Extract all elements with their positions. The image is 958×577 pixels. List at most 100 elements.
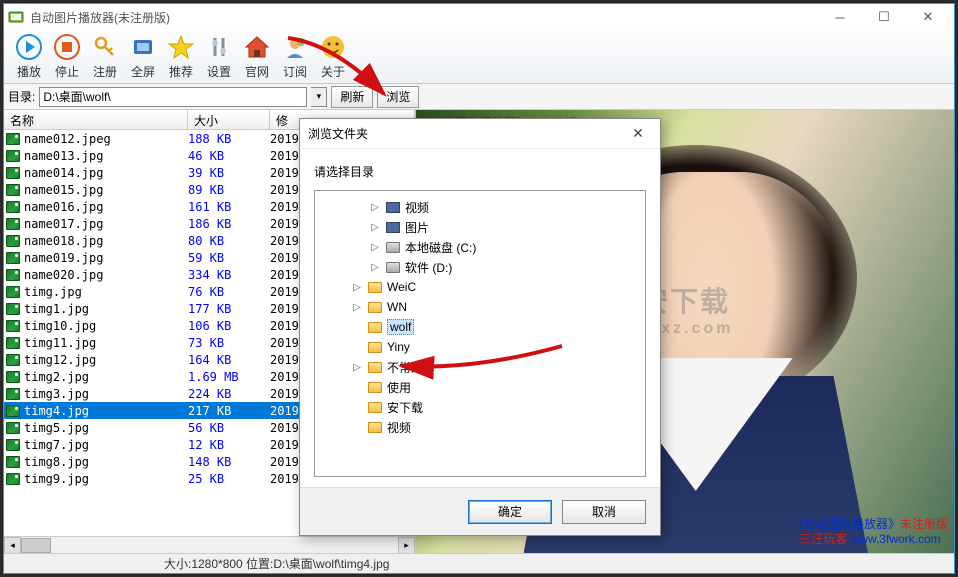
file-size: 56 KB [188, 421, 270, 435]
toolbar-fullscreen-button[interactable]: 全屏 [124, 32, 162, 81]
horizontal-scrollbar[interactable]: ◂ ▸ [4, 536, 415, 553]
image-file-icon [4, 286, 22, 298]
toolbar-stop-button[interactable]: 停止 [48, 32, 86, 81]
image-file-icon [4, 371, 22, 383]
tree-item-label: 不常用 [387, 359, 423, 376]
dialog-prompt: 请选择目录 [300, 149, 660, 190]
file-size: 161 KB [188, 200, 270, 214]
file-name: timg10.jpg [22, 319, 188, 333]
folder-icon [367, 300, 383, 314]
scroll-left-button[interactable]: ◂ [4, 537, 21, 554]
expand-icon[interactable]: ▷ [369, 202, 381, 213]
tree-item[interactable]: ▷软件 (D:) [319, 257, 641, 277]
expand-icon[interactable]: ▷ [351, 302, 363, 313]
expand-icon[interactable]: ▷ [369, 242, 381, 253]
image-file-icon [4, 235, 22, 247]
dialog-button-bar: 确定 取消 [300, 487, 660, 535]
image-file-icon [4, 167, 22, 179]
file-size: 148 KB [188, 455, 270, 469]
file-name: timg12.jpg [22, 353, 188, 367]
expand-icon[interactable]: ▷ [351, 282, 363, 293]
settings-icon [205, 33, 233, 61]
toolbar-home-button[interactable]: 官网 [238, 32, 276, 81]
tree-item[interactable]: Yiny [319, 337, 641, 357]
tree-item[interactable]: ▷视频 [319, 197, 641, 217]
tree-item[interactable]: ▷WeiC [319, 277, 641, 297]
file-name: name016.jpg [22, 200, 188, 214]
dialog-title: 浏览文件夹 [308, 125, 368, 142]
file-name: timg.jpg [22, 285, 188, 299]
image-file-icon [4, 252, 22, 264]
scroll-right-button[interactable]: ▸ [398, 537, 415, 554]
stop-icon [53, 33, 81, 61]
file-name: timg4.jpg [22, 404, 188, 418]
tree-item[interactable]: ▷本地磁盘 (C:) [319, 237, 641, 257]
minimize-button[interactable]: ─ [818, 4, 862, 30]
folder-icon [367, 380, 383, 394]
expand-icon[interactable]: ▷ [351, 362, 363, 373]
toolbar-play-button[interactable]: 播放 [10, 32, 48, 81]
col-header-name[interactable]: 名称 [4, 110, 188, 129]
tree-item[interactable]: 视频 [319, 417, 641, 437]
image-file-icon [4, 269, 22, 281]
image-file-icon [4, 456, 22, 468]
image-file-icon [4, 218, 22, 230]
toolbar-settings-button[interactable]: 设置 [200, 32, 238, 81]
image-file-icon [4, 405, 22, 417]
ok-button[interactable]: 确定 [468, 500, 552, 524]
tree-item-label: WN [387, 300, 407, 314]
toolbar-key-button[interactable]: 注册 [86, 32, 124, 81]
tree-item[interactable]: 安下载 [319, 397, 641, 417]
file-size: 224 KB [188, 387, 270, 401]
tree-item-label: 使用 [387, 379, 411, 396]
tree-item[interactable]: wolf [319, 317, 641, 337]
home-icon [243, 33, 271, 61]
media-icon [385, 200, 401, 214]
file-name: name014.jpg [22, 166, 188, 180]
file-name: name015.jpg [22, 183, 188, 197]
tree-item[interactable]: ▷ WN [319, 297, 641, 317]
file-size: 188 KB [188, 132, 270, 146]
tree-item[interactable]: 使用 [319, 377, 641, 397]
file-size: 59 KB [188, 251, 270, 265]
tree-item-label: 图片 [405, 219, 429, 236]
toolbar-about-button[interactable]: 关于 [314, 32, 352, 81]
image-file-icon [4, 388, 22, 400]
file-name: timg7.jpg [22, 438, 188, 452]
folder-icon [367, 320, 383, 334]
col-header-size[interactable]: 大小 [188, 110, 270, 129]
tree-item-label: 安下载 [387, 399, 423, 416]
scroll-thumb[interactable] [21, 538, 51, 553]
watermark-bottom: 《自动图片播放器》未注册版 三汪玩客 www.3fwork.com [792, 517, 948, 547]
tree-item[interactable]: ▷ 不常用 [319, 357, 641, 377]
toolbar-star-button[interactable]: 推荐 [162, 32, 200, 81]
expand-icon[interactable]: ▷ [369, 262, 381, 273]
image-file-icon [4, 320, 22, 332]
file-size: 177 KB [188, 302, 270, 316]
tree-item[interactable]: ▷ 图片 [319, 217, 641, 237]
file-name: timg9.jpg [22, 472, 188, 486]
file-name: timg11.jpg [22, 336, 188, 350]
file-size: 12 KB [188, 438, 270, 452]
file-size: 217 KB [188, 404, 270, 418]
maximize-button[interactable]: ☐ [862, 4, 906, 30]
file-name: timg1.jpg [22, 302, 188, 316]
window-title: 自动图片播放器(未注册版) [30, 9, 170, 26]
file-size: 106 KB [188, 319, 270, 333]
subscribe-icon [281, 33, 309, 61]
path-input[interactable] [39, 87, 307, 107]
image-file-icon [4, 150, 22, 162]
browse-button[interactable]: 浏览 [377, 86, 419, 108]
toolbar-subscribe-button[interactable]: 订阅 [276, 32, 314, 81]
file-name: timg8.jpg [22, 455, 188, 469]
status-text: 大小:1280*800 位置:D:\桌面\wolf\timg4.jpg [164, 555, 389, 572]
path-dropdown-button[interactable]: ▾ [311, 87, 327, 107]
dialog-close-button[interactable]: ✕ [624, 125, 652, 142]
refresh-button[interactable]: 刷新 [331, 86, 373, 108]
drive-icon [385, 260, 401, 274]
close-button[interactable]: ✕ [906, 4, 950, 30]
cancel-button[interactable]: 取消 [562, 500, 646, 524]
folder-tree[interactable]: ▷视频▷图片▷本地磁盘 (C:)▷软件 (D:)▷WeiC▷WNwolfYiny… [314, 190, 646, 477]
expand-icon[interactable]: ▷ [369, 222, 381, 233]
image-file-icon [4, 439, 22, 451]
